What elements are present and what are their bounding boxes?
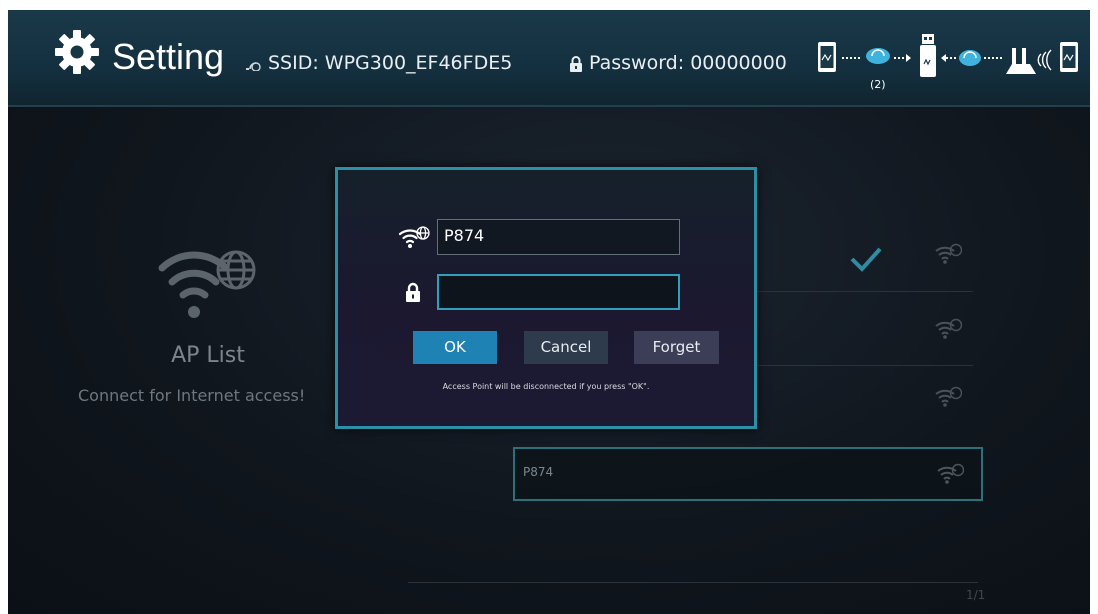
wifi-signal-icon [246,61,261,71]
wifi-connect-dialog: P874 OK Cancel Forget Access Point will … [335,167,757,429]
ap-list-subtitle: Connect for Internet access! [78,386,306,405]
network-name: P874 [523,465,554,479]
list-item-selected[interactable]: P874 [513,447,983,501]
wifi-globe-icon [937,463,964,484]
cancel-button[interactable]: Cancel [524,331,608,364]
ssid-info: SSID: WPG300_EF46FDE5 [244,52,512,74]
ssid-field[interactable]: P874 [437,219,680,255]
wifi-globe-icon[interactable] [934,318,962,340]
wifi-globe-icon[interactable] [934,243,962,265]
forget-button[interactable]: Forget [634,331,719,364]
ap-list-title: AP List [171,343,245,368]
gear-icon [55,30,99,74]
router-icon [1006,48,1036,74]
connection-diagram: (2) [818,34,1078,91]
wifi-cloud-icon [959,50,981,66]
usb-dongle-icon [920,34,936,77]
check-icon [850,247,882,272]
cloud-wifi-icon [866,48,890,64]
wifi-globe-icon [398,226,430,248]
disconnect-warning: Access Point will be disconnected if you… [442,382,650,391]
list-divider [408,582,978,583]
lock-icon [406,282,420,302]
diagram-step-label: (2) [870,78,886,91]
wifi-globe-icon [158,250,256,318]
tv-screen: Setting SSID: WPG300_EF46FDE5 Password: … [8,10,1090,614]
ok-button[interactable]: OK [413,331,497,364]
lock-icon [570,55,582,72]
password-text: Password: 00000000 [589,52,787,74]
wifi-globe-icon[interactable] [934,386,962,408]
header-bar: Setting SSID: WPG300_EF46FDE5 Password: … [8,10,1090,105]
header-divider [8,105,1090,107]
password-field[interactable] [437,274,680,310]
page-indicator: 1/1 [966,588,986,602]
phone-icon [818,42,836,72]
password-info: Password: 00000000 [569,52,787,74]
phone-icon-2 [1060,42,1078,72]
ssid-text: SSID: WPG300_EF46FDE5 [268,52,513,74]
page-title: Setting [112,36,225,77]
